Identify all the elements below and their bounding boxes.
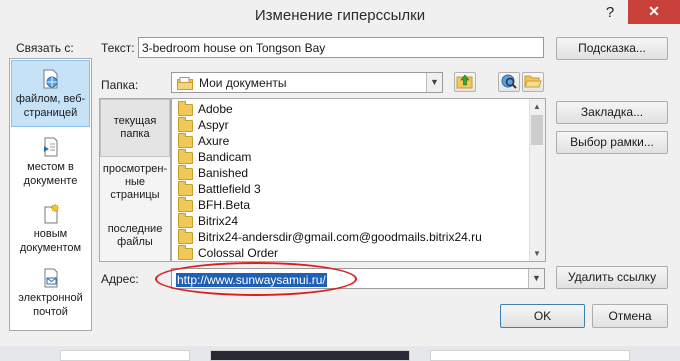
- address-label: Адрес:: [101, 272, 139, 286]
- link-to-new-document[interactable]: новым документом: [11, 202, 90, 260]
- globe-file-icon: [42, 69, 60, 89]
- documents-folder-icon: [177, 77, 193, 90]
- folder-dropdown-button[interactable]: ▼: [426, 73, 442, 92]
- bookmark-button[interactable]: Закладка...: [556, 101, 668, 124]
- nav-current-folder[interactable]: текущая папка: [100, 99, 170, 157]
- address-dropdown-button[interactable]: ▼: [528, 269, 544, 288]
- text-label: Текст:: [101, 41, 135, 55]
- file-name: Adobe: [198, 102, 233, 116]
- file-name: Banished: [198, 166, 249, 180]
- link-item-label: документе: [23, 175, 78, 187]
- file-name: Axure: [198, 134, 230, 148]
- folder-icon: [178, 165, 193, 180]
- background-block: [430, 350, 630, 361]
- file-name: Bandicam: [198, 150, 252, 164]
- look-in-panel: текущая папка просмотрен- ные страницы п…: [99, 98, 171, 262]
- file-name: Bitrix24: [198, 214, 239, 228]
- nav-label: файлы: [117, 236, 153, 248]
- link-item-label: электронной: [18, 292, 83, 304]
- close-button[interactable]: ✕: [628, 0, 680, 24]
- text-input[interactable]: 3-bedroom house on Tongson Bay: [138, 37, 544, 58]
- nav-label: текущая: [113, 115, 157, 127]
- link-to-panel: файлом, веб- страницей местом в документ…: [9, 58, 92, 331]
- scroll-down-arrow-icon[interactable]: ▼: [529, 247, 545, 261]
- up-folder-icon: [456, 74, 473, 89]
- file-name: Colossal Order: [198, 246, 279, 260]
- file-name: BFH.Beta: [198, 198, 251, 212]
- folder-icon: [178, 181, 193, 196]
- nav-label: ные: [124, 176, 146, 188]
- link-item-label: файлом, веб-: [15, 93, 86, 105]
- scrollbar-thumb[interactable]: [531, 115, 543, 145]
- target-frame-button[interactable]: Выбор рамки...: [556, 131, 668, 154]
- folder-select-value: Мои документы: [199, 76, 287, 90]
- nav-label: последние: [107, 223, 163, 235]
- text-input-value: 3-bedroom house on Tongson Bay: [142, 41, 326, 55]
- link-item-label: документом: [19, 242, 82, 254]
- file-name: Aspyr: [198, 118, 229, 132]
- nav-label: страницы: [110, 189, 160, 201]
- new-document-icon: [42, 203, 60, 224]
- background-block: [210, 350, 410, 361]
- folder-select[interactable]: Мои документы ▼: [171, 72, 443, 93]
- email-icon: [42, 268, 60, 288]
- document-place-icon: [42, 137, 60, 157]
- link-item-label: страницей: [23, 107, 78, 119]
- browse-web-icon: [501, 74, 517, 89]
- ok-button[interactable]: OK: [500, 304, 585, 328]
- browse-web-button[interactable]: [498, 72, 520, 92]
- background-block: [60, 350, 190, 361]
- file-list[interactable]: Adobe Aspyr Axure Bandicam Banished Batt…: [171, 98, 546, 262]
- browse-file-button[interactable]: [522, 72, 544, 92]
- folder-icon: [178, 133, 193, 148]
- help-button[interactable]: ?: [599, 2, 621, 24]
- folder-label: Папка:: [101, 78, 139, 92]
- link-item-label: местом в: [27, 161, 74, 173]
- open-folder-icon: [524, 75, 542, 88]
- folder-icon: [178, 245, 193, 260]
- file-name: Bitrix24-andersdir@gmail.com@goodmails.b…: [198, 230, 482, 244]
- folder-icon: [178, 213, 193, 228]
- scroll-up-arrow-icon[interactable]: ▲: [529, 100, 545, 114]
- link-item-label: почтой: [33, 306, 68, 318]
- folder-icon: [178, 117, 193, 132]
- dialog-title: Изменение гиперссылки: [254, 7, 426, 24]
- link-to-place-in-document[interactable]: местом в документе: [11, 135, 90, 193]
- cancel-button[interactable]: Отмена: [592, 304, 668, 328]
- link-item-label: новым: [33, 228, 68, 240]
- file-name: Battlefield 3: [198, 182, 261, 196]
- nav-label: просмотрен-: [102, 163, 168, 175]
- link-to-label: Связать с:: [16, 41, 74, 55]
- annotation-oval: [155, 262, 357, 296]
- folder-icon: [178, 149, 193, 164]
- hint-button[interactable]: Подсказка...: [556, 37, 668, 60]
- folder-icon: [178, 197, 193, 212]
- link-to-email[interactable]: электронной почтой: [11, 266, 90, 324]
- up-folder-button[interactable]: [454, 72, 476, 92]
- folder-icon: [178, 229, 193, 244]
- remove-link-button[interactable]: Удалить ссылку: [556, 266, 668, 289]
- nav-recent-files[interactable]: последние файлы: [100, 223, 170, 253]
- folder-icon: [178, 101, 193, 116]
- nav-label: папка: [120, 128, 150, 140]
- nav-browsed-pages[interactable]: просмотрен- ные страницы: [100, 163, 170, 207]
- link-to-file-webpage[interactable]: файлом, веб- страницей: [11, 60, 90, 127]
